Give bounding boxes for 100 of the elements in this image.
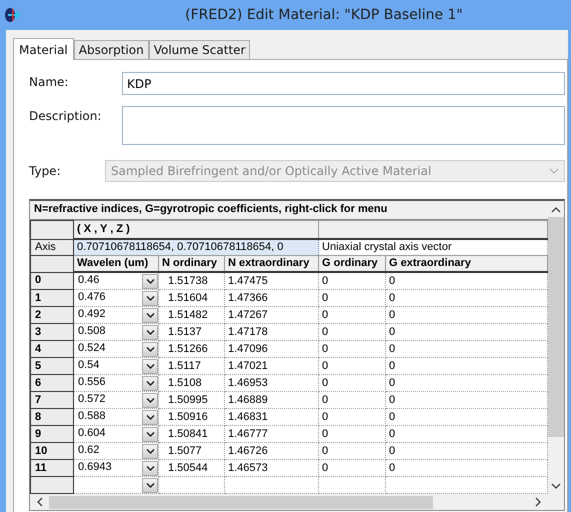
table-cell[interactable]: 1.5077 [158,442,224,460]
table-cell[interactable]: 0 [386,392,548,408]
chevron-down-icon [146,466,154,471]
table-cell[interactable]: 1.46831 [224,408,319,426]
dropdown-button[interactable] [142,410,158,424]
chevron-down-icon [551,483,561,490]
table-cell[interactable]: 1.47267 [224,306,319,324]
table-cell[interactable]: 1.51266 [158,340,224,358]
row-header: 1 [30,290,74,306]
table-cell[interactable]: 1.46777 [224,426,319,442]
type-label: Type: [29,164,62,178]
window-title: (FRED2) Edit Material: "KDP Baseline 1" [184,7,464,23]
table-cell[interactable]: 0 [318,272,386,290]
name-field[interactable]: KDP [122,72,565,95]
table-cell[interactable]: 0 [318,340,386,358]
chevron-right-icon [535,497,542,507]
table-cell[interactable]: 1.46889 [224,392,319,408]
table-cell[interactable]: 0 [318,324,386,340]
chevron-down-icon [146,330,154,335]
table-cell[interactable]: 0 [318,374,386,392]
column-header: G ordinary [318,256,386,272]
tab[interactable]: Material [13,38,74,60]
column-header: Wavelen (um) [74,256,158,272]
table-cell[interactable]: 1.47178 [224,324,319,340]
table-cell[interactable]: 1.51482 [158,306,224,324]
table-cell[interactable]: 0 [386,426,548,442]
tab[interactable]: Volume Scatter [148,40,250,59]
table-cell[interactable]: 0 [318,358,386,374]
column-header: N extraordinary [224,256,319,272]
table-cell[interactable]: 0 [318,392,386,408]
table-cell[interactable]: 0 [318,442,386,460]
table-cell[interactable]: 1.46573 [224,460,319,476]
table-cell[interactable]: 1.51604 [158,290,224,306]
table-cell[interactable]: 1.47021 [224,358,319,374]
table-cell[interactable]: 0 [386,272,548,290]
table-cell[interactable]: 0 [386,442,548,460]
chevron-down-icon [146,432,154,437]
dropdown-button[interactable] [142,274,158,289]
table-cell[interactable]: 0 [386,340,548,358]
table-cell[interactable]: 1.5108 [158,374,224,392]
table-cell[interactable]: 1.50916 [158,408,224,426]
column-header: ( X , Y , Z ) [74,220,319,239]
table-cell[interactable]: 0 [318,426,386,442]
table-cell[interactable]: 1.5117 [158,358,224,374]
dropdown-button[interactable] [142,444,158,458]
chevron-left-icon [36,497,43,507]
row-header: 7 [30,392,74,408]
dropdown-button[interactable] [142,376,158,390]
table-cell[interactable]: 0 [386,374,548,392]
table-cell[interactable]: 1.46953 [224,374,319,392]
table-cell[interactable]: 1.47096 [224,340,319,358]
dropdown-button[interactable] [142,461,158,476]
table-cell[interactable]: 1.46726 [224,442,319,460]
dropdown-button[interactable] [142,308,158,322]
horizontal-scrollbar[interactable] [30,494,548,510]
chevron-down-icon [146,279,154,284]
row-header: 4 [30,340,74,358]
dropdown-button[interactable] [142,478,158,492]
table-cell[interactable]: 0 [386,460,548,476]
dropdown-button[interactable] [142,291,158,306]
row-header: 2 [30,306,74,324]
table-cell[interactable]: 0 [318,408,386,426]
dropdown-button[interactable] [142,342,158,356]
table-cell[interactable]: 0 [318,460,386,476]
table-cell[interactable]: 0 [318,290,386,306]
table-cell[interactable]: 0 [386,290,548,306]
table-cell[interactable]: 1.50544 [158,460,224,476]
app-icon [4,6,20,24]
chevron-down-icon [146,415,154,420]
dropdown-button[interactable] [142,359,158,374]
table-cell[interactable]: 0 [386,306,548,324]
table-cell[interactable]: 1.47475 [224,272,319,290]
table-cell[interactable]: 0 [386,358,548,374]
table-cell[interactable]: 0 [386,408,548,426]
table-cell[interactable]: 0 [318,306,386,324]
chevron-down-icon [146,347,154,352]
row-header: 8 [30,408,74,426]
table-cell[interactable]: 0 [386,324,548,340]
table-cell[interactable]: 1.50841 [158,426,224,442]
chevron-up-icon [551,206,561,213]
tab[interactable]: Absorption [74,40,149,59]
row-header: 5 [30,358,74,374]
description-field[interactable] [122,106,565,145]
dropdown-button[interactable] [142,393,158,408]
table-cell[interactable]: 1.5137 [158,324,224,340]
chevron-down-icon [146,296,154,301]
row-header: 6 [30,374,74,392]
row-header: 9 [30,426,74,442]
dropdown-button[interactable] [142,325,158,340]
dropdown-button[interactable] [142,427,158,442]
table-cell[interactable]: 1.51738 [158,272,224,290]
table-cell[interactable]: 1.50995 [158,392,224,408]
name-label: Name: [29,74,70,89]
table-cell[interactable]: 1.47366 [224,290,319,306]
chevron-down-icon [146,398,154,403]
vertical-scrollbar[interactable] [548,201,564,510]
description-label: Description: [29,108,102,123]
column-header: G extraordinary [386,256,548,272]
chevron-down-icon [549,168,559,174]
grid-caption: N=refractive indices, G=gyrotropic coefficients, right-click for menu [30,201,548,220]
